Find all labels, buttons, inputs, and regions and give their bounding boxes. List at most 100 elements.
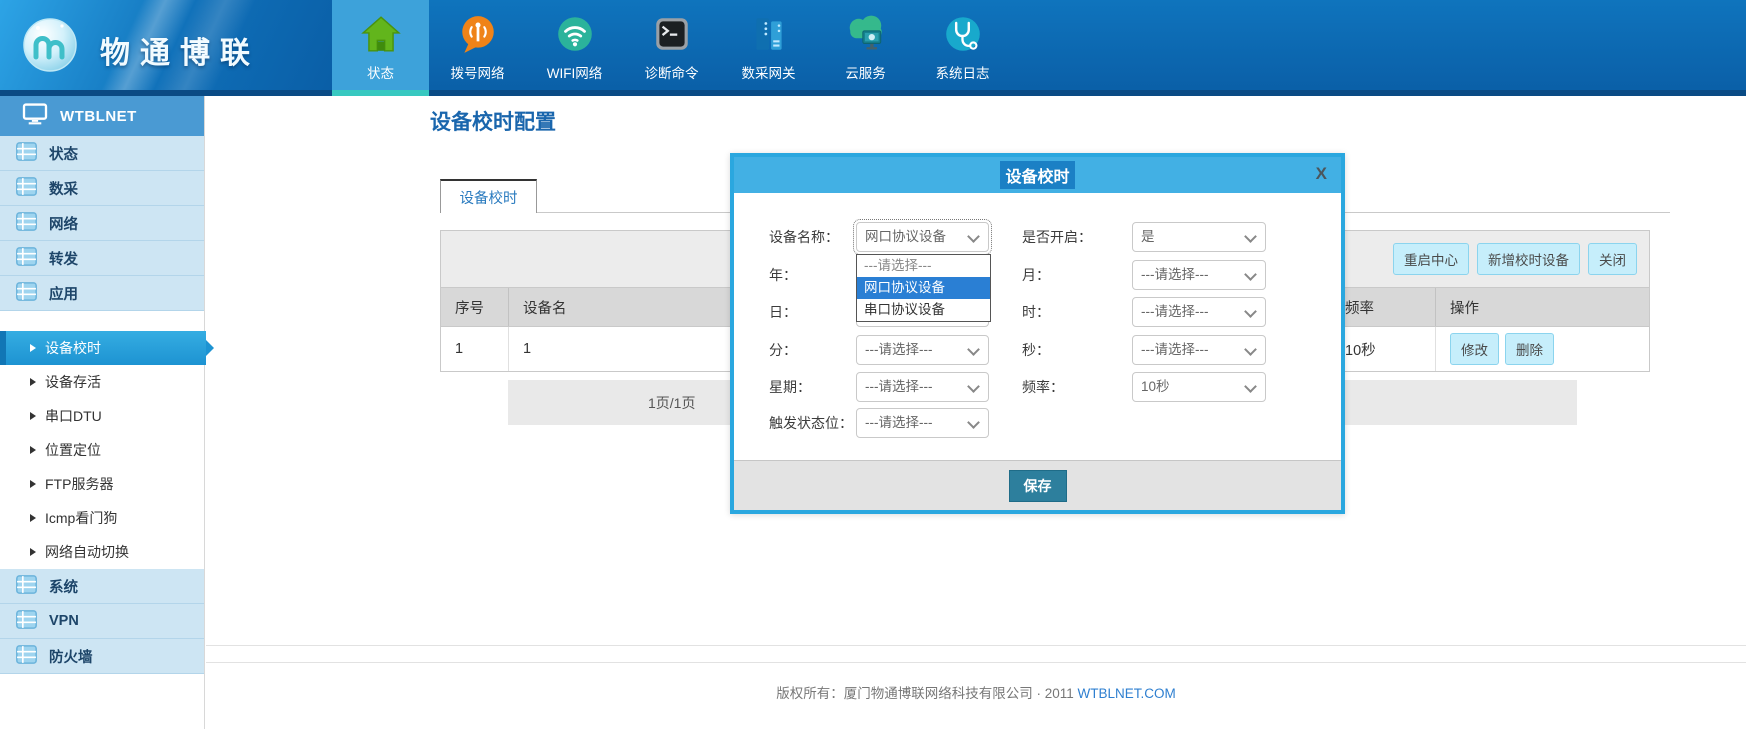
footer: 版权所有：厦门物通博联网络科技有限公司 · 2011 WTBLNET.COM (206, 682, 1746, 702)
field-label-minute: 分： (769, 335, 797, 365)
sidebar-item-label: 应用 (49, 283, 78, 304)
nav-item-cloud-service[interactable]: 云服务 (817, 0, 914, 90)
grid-icon (16, 212, 37, 235)
column-header-seq: 序号 (441, 288, 509, 326)
field-label-weekday: 星期： (769, 372, 811, 402)
nav-label: 拨号网络 (451, 62, 505, 82)
device-name-dropdown-list: ---请选择--- 网口协议设备 串口协议设备 (856, 254, 991, 322)
sidebar-item-network[interactable]: 网络 (0, 206, 204, 241)
nav-label: 状态 (367, 62, 394, 82)
footer-divider (206, 662, 1746, 663)
caret-right-icon (30, 446, 36, 454)
nav-item-diagnostic-command[interactable]: 诊断命令 (623, 0, 720, 90)
caret-right-icon (30, 378, 36, 386)
wifi-icon (554, 11, 596, 57)
sidebar-item-network-auto-switch[interactable]: 网络自动切换 (0, 535, 204, 569)
submenu-label: 设备校时 (45, 338, 101, 358)
sidebar-item-data-collect[interactable]: 数采 (0, 171, 204, 206)
field-label-trigger-status-bit: 触发状态位： (769, 408, 853, 438)
close-icon[interactable]: X (1316, 163, 1327, 185)
dropdown-option-net-protocol-device[interactable]: 网口协议设备 (857, 277, 990, 299)
minute-select[interactable]: ---请选择--- (856, 335, 989, 365)
weekday-select[interactable]: ---请选择--- (856, 372, 989, 402)
field-label-day: 日： (769, 297, 797, 327)
field-label-year: 年： (769, 260, 797, 290)
sidebar-item-label: 转发 (49, 248, 78, 269)
field-label-enabled: 是否开启： (1022, 222, 1092, 252)
sidebar-item-label: 系统 (49, 576, 78, 597)
sidebar-item-label: 网络 (49, 213, 78, 234)
cell-freq: 10秒 (1331, 327, 1436, 371)
field-label-hour: 时： (1022, 297, 1050, 327)
sidebar-item-location[interactable]: 位置定位 (0, 433, 204, 467)
device-name-select[interactable]: 网口协议设备 (856, 222, 989, 252)
top-banner: 物通博联 状态 (0, 0, 1746, 96)
dialup-icon (457, 11, 499, 57)
device-time-sync-dialog: 设备校时 X 设备名称： 网口协议设备 年： ---请选择--- 日： ---请… (730, 153, 1345, 514)
month-select[interactable]: ---请选择--- (1132, 260, 1266, 290)
tab-device-time-sync[interactable]: 设备校时 (440, 179, 537, 213)
wtblnet-link[interactable]: WTBLNET.COM (1078, 686, 1176, 701)
pagination-label: 1页/1页 (648, 393, 695, 413)
edit-button[interactable]: 修改 (1450, 333, 1499, 365)
enabled-select[interactable]: 是 (1132, 222, 1266, 252)
dialog-header[interactable]: 设备校时 X (734, 157, 1341, 193)
grid-icon (16, 645, 37, 668)
submenu-label: FTP服务器 (45, 474, 113, 494)
sidebar-item-device-alive[interactable]: 设备存活 (0, 365, 204, 399)
hour-select[interactable]: ---请选择--- (1132, 297, 1266, 327)
monitor-icon (22, 103, 48, 129)
globe-logo-icon (22, 17, 78, 78)
sidebar-item-forward[interactable]: 转发 (0, 241, 204, 276)
brand-logo: 物通博联 (0, 0, 332, 96)
grid-icon (16, 142, 37, 165)
brand-name: 物通博联 (100, 28, 260, 72)
grid-icon (16, 575, 37, 598)
field-label-frequency: 频率： (1022, 372, 1064, 402)
sidebar: WTBLNET 状态 数采 网络 转发 (0, 96, 205, 729)
caret-right-icon (30, 514, 36, 522)
nav-item-dialup-network[interactable]: 拨号网络 (429, 0, 526, 90)
application-window: 物通博联 状态 (0, 0, 1746, 729)
column-header-freq: 频率 (1331, 288, 1436, 326)
nav-label: 诊断命令 (645, 62, 699, 82)
caret-right-icon (30, 480, 36, 488)
nav-label: 数采网关 (742, 62, 796, 82)
sidebar-item-ftp-server[interactable]: FTP服务器 (0, 467, 204, 501)
sidebar-item-label: 状态 (49, 143, 78, 164)
add-time-sync-device-button[interactable]: 新增校时设备 (1477, 243, 1580, 275)
frequency-select[interactable]: 10秒 (1132, 372, 1266, 402)
cloud-icon (843, 11, 889, 57)
sidebar-item-application[interactable]: 应用 (0, 276, 204, 311)
nav-item-data-gateway[interactable]: 数采网关 (720, 0, 817, 90)
sidebar-item-vpn[interactable]: VPN (0, 604, 204, 639)
sidebar-item-label: 数采 (49, 178, 78, 199)
nav-item-system-log[interactable]: 系统日志 (914, 0, 1011, 90)
submenu-label: 网络自动切换 (45, 542, 129, 562)
caret-right-icon (30, 344, 36, 352)
sidebar-item-system[interactable]: 系统 (0, 569, 204, 604)
sidebar-item-firewall[interactable]: 防火墙 (0, 639, 204, 674)
sidebar-item-status[interactable]: 状态 (0, 136, 204, 171)
restart-center-button[interactable]: 重启中心 (1393, 243, 1469, 275)
save-button[interactable]: 保存 (1009, 470, 1067, 502)
dialog-title: 设备校时 (1000, 161, 1074, 189)
submenu-label: 位置定位 (45, 440, 101, 460)
dropdown-option-placeholder[interactable]: ---请选择--- (857, 255, 990, 277)
top-nav: 状态 拨号网络 (332, 0, 1011, 90)
sidebar-item-icmp-watchdog[interactable]: Icmp看门狗 (0, 501, 204, 535)
gateway-icon (748, 11, 790, 57)
sidebar-item-device-time-sync[interactable]: 设备校时 (0, 331, 206, 365)
banner-bottom-strip (0, 90, 1746, 96)
delete-button[interactable]: 删除 (1505, 333, 1554, 365)
nav-item-wifi-network[interactable]: WIFI网络 (526, 0, 623, 90)
trigger-status-bit-select[interactable]: ---请选择--- (856, 408, 989, 438)
close-button[interactable]: 关闭 (1588, 243, 1637, 275)
dialog-footer: 保存 (734, 460, 1341, 510)
sidebar-item-serial-dtu[interactable]: 串口DTU (0, 399, 204, 433)
dropdown-option-serial-protocol-device[interactable]: 串口协议设备 (857, 299, 990, 321)
second-select[interactable]: ---请选择--- (1132, 335, 1266, 365)
submenu-label: 串口DTU (45, 406, 102, 426)
nav-item-status[interactable]: 状态 (332, 0, 429, 90)
sidebar-submenu: 设备校时 设备存活 串口DTU 位置定位 FTP服务器 Icmp看门狗 (0, 311, 204, 569)
